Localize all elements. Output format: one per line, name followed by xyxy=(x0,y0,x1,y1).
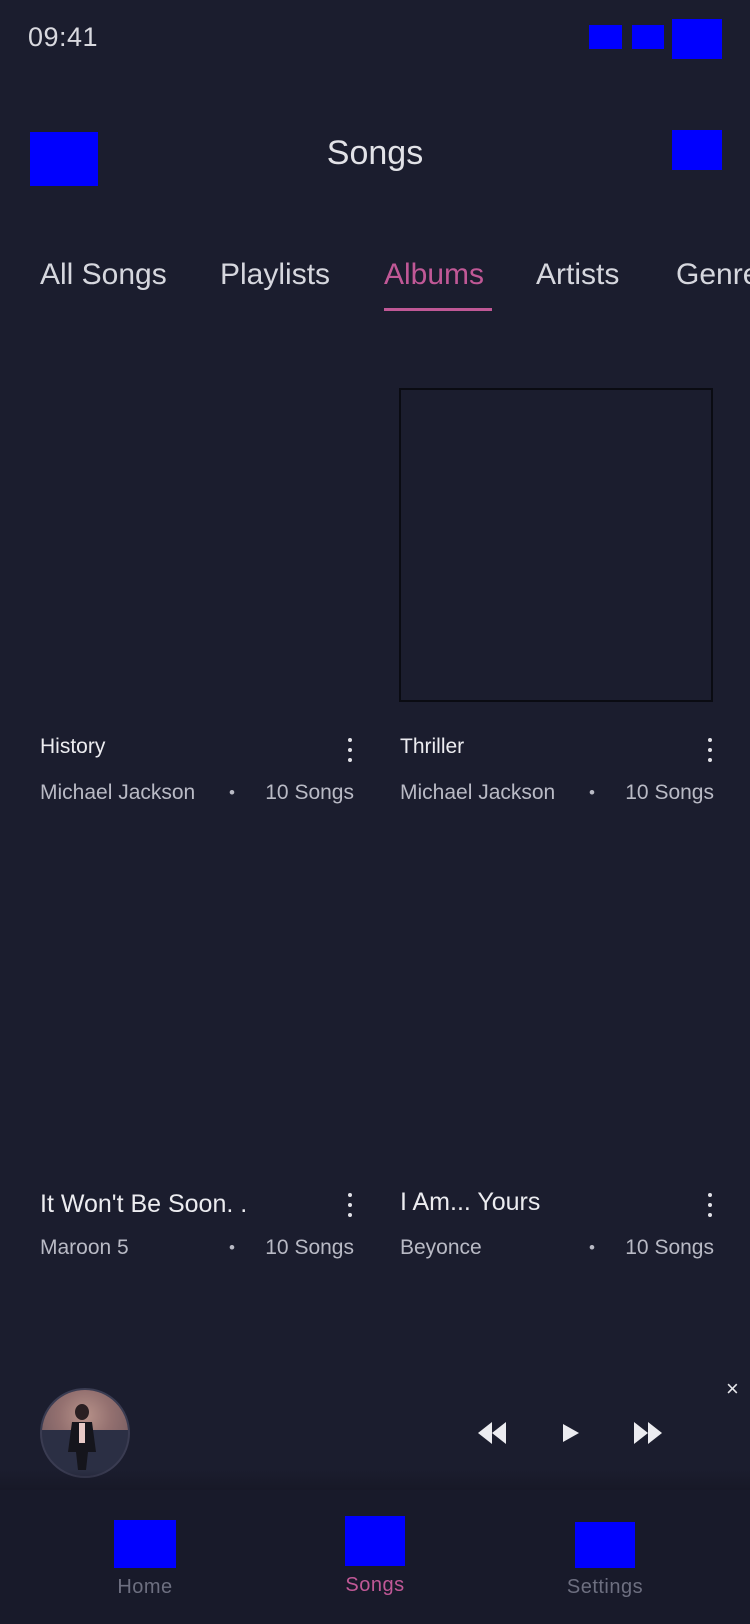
page-title: Songs xyxy=(326,134,424,172)
album-cover[interactable] xyxy=(399,388,713,702)
wifi-icon xyxy=(632,25,664,49)
tab-playlists[interactable]: Playlists xyxy=(220,258,330,292)
album-artist: Michael Jackson xyxy=(400,781,556,804)
tab-bar: All Songs Playlists Albums Artists Genre xyxy=(0,258,750,318)
album-title[interactable]: It Won't Be Soon. . xyxy=(40,1190,247,1219)
tab-genre[interactable]: Genre xyxy=(676,258,750,292)
nav-label: Songs xyxy=(345,1574,405,1596)
album-artist: Maroon 5 xyxy=(40,1236,129,1259)
home-icon xyxy=(114,1520,176,1568)
album-song-count: 10 Songs xyxy=(625,1236,714,1259)
album-title[interactable]: Thriller xyxy=(400,735,464,759)
album-song-count: 10 Songs xyxy=(625,781,714,804)
nav-item-songs[interactable]: Songs xyxy=(330,1516,420,1597)
play-icon[interactable] xyxy=(550,1418,590,1448)
search-button[interactable] xyxy=(672,130,722,170)
album-title[interactable]: I Am... Yours xyxy=(400,1188,540,1217)
nav-label: Settings xyxy=(566,1576,644,1598)
signal-icon xyxy=(589,25,622,49)
tab-all-songs[interactable]: All Songs xyxy=(40,258,167,292)
nav-item-settings[interactable]: Settings xyxy=(555,1522,655,1599)
music-note-icon xyxy=(345,1516,405,1566)
album-more-icon[interactable] xyxy=(700,1189,720,1221)
nav-label: Home xyxy=(117,1576,173,1598)
album-artist: Michael Jackson xyxy=(40,781,196,804)
album-more-icon[interactable] xyxy=(340,734,360,766)
album-more-icon[interactable] xyxy=(340,1189,360,1221)
status-time: 09:41 xyxy=(28,22,99,52)
active-tab-indicator xyxy=(384,308,492,311)
album-song-count: 10 Songs xyxy=(265,781,354,804)
album-artist: Beyonce xyxy=(400,1236,482,1259)
tab-albums[interactable]: Albums xyxy=(384,258,484,292)
next-track-icon[interactable] xyxy=(628,1418,668,1448)
album-cover[interactable] xyxy=(40,388,354,702)
battery-icon xyxy=(672,19,722,59)
bottom-navigation: Home Songs Settings xyxy=(0,1490,750,1624)
album-song-count: 10 Songs xyxy=(265,1236,354,1259)
album-title[interactable]: History xyxy=(40,735,105,759)
nav-item-home[interactable]: Home xyxy=(100,1520,190,1599)
close-player-icon[interactable]: × xyxy=(726,1378,739,1400)
now-playing-artwork[interactable] xyxy=(40,1388,130,1478)
gear-icon xyxy=(575,1522,635,1568)
album-more-icon[interactable] xyxy=(700,734,720,766)
album-cover[interactable] xyxy=(40,842,354,1156)
previous-track-icon[interactable] xyxy=(472,1418,512,1448)
album-cover[interactable] xyxy=(399,842,713,1156)
tab-artists[interactable]: Artists xyxy=(536,258,619,292)
artist-photo-icon xyxy=(42,1390,128,1476)
